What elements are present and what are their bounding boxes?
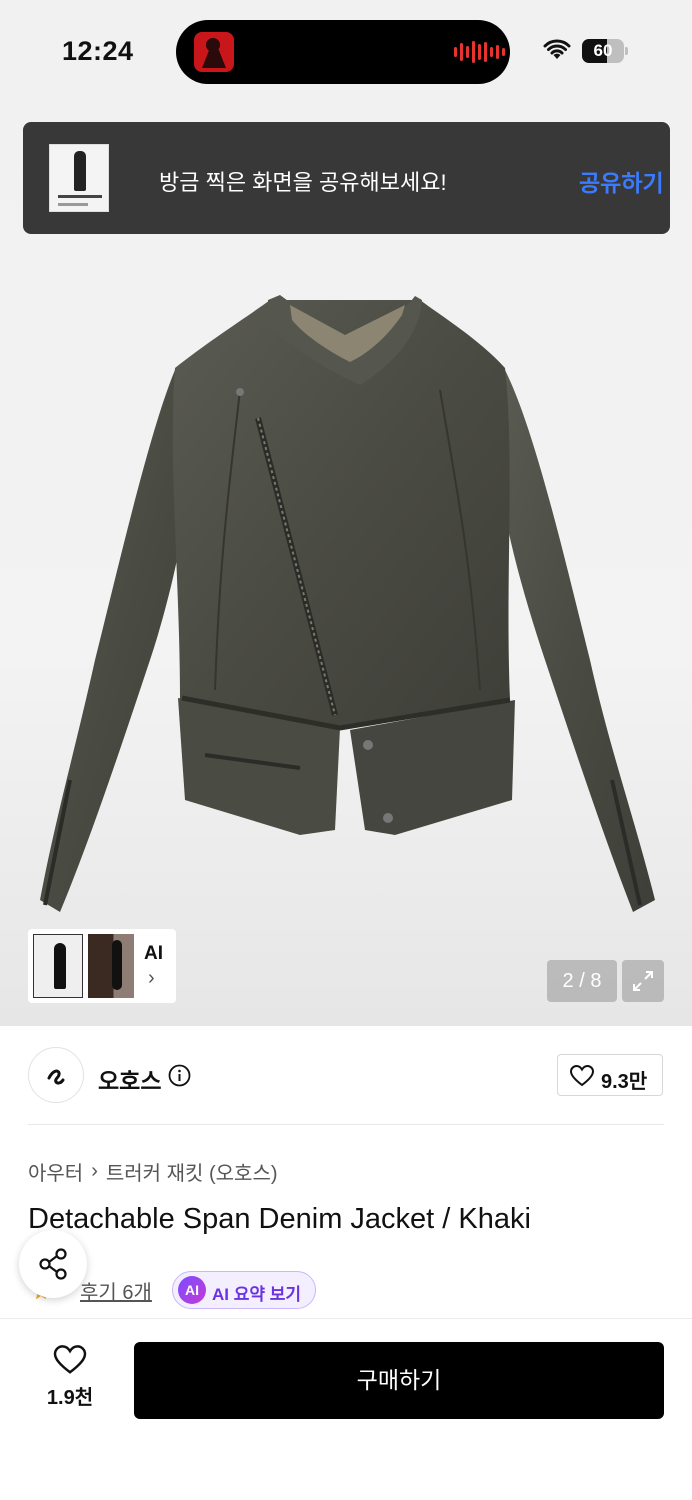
brand-like-count: 9.3만 bbox=[601, 1071, 648, 1093]
audio-waveform-icon bbox=[454, 40, 505, 64]
expand-icon[interactable] bbox=[622, 960, 664, 1002]
buy-button[interactable]: 구매하기 bbox=[134, 1342, 664, 1419]
review-link[interactable]: 후기 6개 bbox=[80, 1276, 152, 1305]
wishlist-button[interactable]: 1.9천 bbox=[38, 1345, 102, 1415]
now-playing-artwork bbox=[194, 32, 234, 72]
heart-icon bbox=[53, 1345, 87, 1374]
info-icon[interactable] bbox=[168, 1064, 191, 1087]
breadcrumb-subcategory[interactable]: 트러커 재킷 (오호스) bbox=[106, 1157, 278, 1186]
heart-icon bbox=[570, 1065, 594, 1087]
wishlist-count: 1.9천 bbox=[46, 1387, 94, 1409]
dynamic-island[interactable] bbox=[176, 20, 510, 84]
brand-like-button[interactable]: 9.3만 bbox=[557, 1054, 663, 1096]
battery-percent: 60 bbox=[593, 41, 613, 60]
bottom-bar-divider bbox=[0, 1318, 692, 1319]
thumbnail-2[interactable] bbox=[88, 934, 134, 998]
thumbnail-1[interactable] bbox=[33, 934, 83, 998]
toast-message: 방금 찍은 화면을 공유해보세요! bbox=[159, 170, 447, 195]
ai-summary-label: AI 요약 보기 bbox=[212, 1285, 302, 1304]
breadcrumb-category[interactable]: 아우터 bbox=[28, 1157, 83, 1186]
ai-summary-button[interactable]: AI AI 요약 보기 bbox=[172, 1271, 316, 1309]
ai-images-label[interactable]: AI bbox=[144, 943, 163, 965]
share-button[interactable] bbox=[19, 1230, 87, 1298]
brand-logo[interactable] bbox=[28, 1047, 84, 1103]
brand-name[interactable]: 오호스 bbox=[98, 1062, 161, 1096]
image-page-counter: 2 / 8 bbox=[547, 960, 617, 1002]
divider bbox=[28, 1124, 664, 1125]
chevron-right-icon[interactable]: › bbox=[148, 967, 155, 990]
share-action-button[interactable]: 공유하기 bbox=[579, 164, 664, 198]
ai-badge-icon: AI bbox=[178, 1276, 206, 1304]
battery-icon: 60 bbox=[582, 39, 628, 63]
wifi-icon bbox=[543, 39, 571, 59]
status-bar: 12:24 60 bbox=[0, 0, 692, 100]
breadcrumb: 아우터 › 트러커 재킷 (오호스) bbox=[28, 1157, 278, 1186]
share-icon bbox=[39, 1248, 67, 1280]
screenshot-thumbnail[interactable] bbox=[49, 144, 109, 212]
chevron-right-icon: › bbox=[91, 1160, 98, 1182]
status-time: 12:24 bbox=[62, 36, 134, 66]
share-screenshot-toast: 방금 찍은 화면을 공유해보세요! 공유하기 bbox=[23, 122, 670, 234]
product-title: Detachable Span Denim Jacket / Khaki bbox=[28, 1203, 531, 1235]
image-thumbnail-strip[interactable]: AI › bbox=[28, 929, 176, 1003]
product-image-gallery[interactable] bbox=[0, 100, 692, 1026]
product-image bbox=[40, 295, 655, 912]
